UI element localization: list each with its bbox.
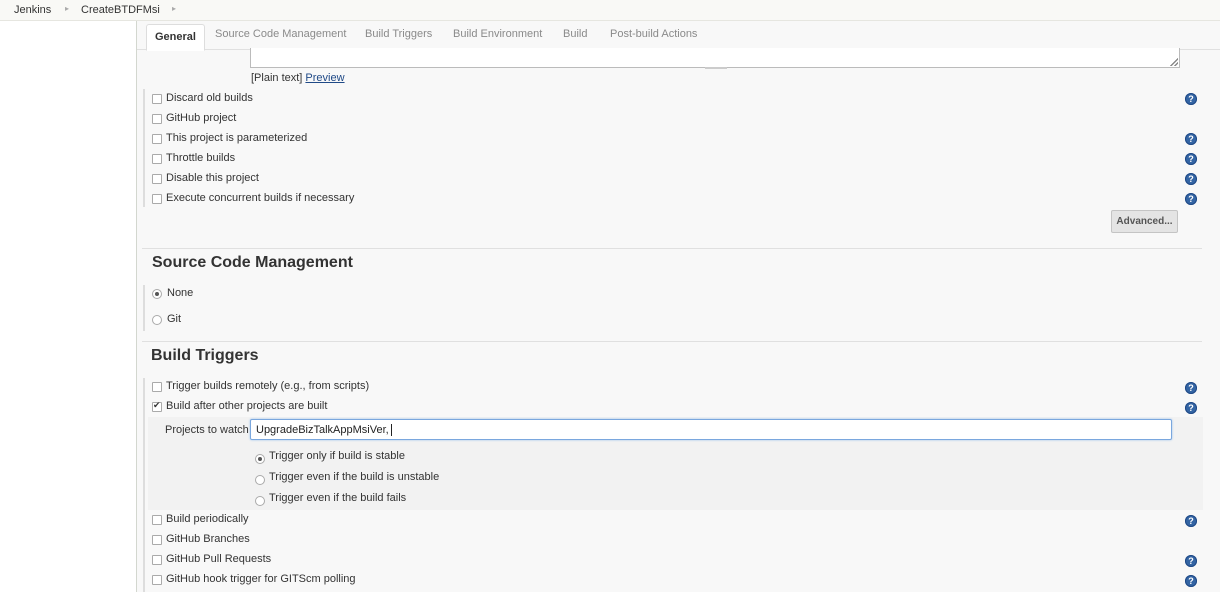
throttle-builds-checkbox[interactable] (152, 154, 162, 164)
help-icon[interactable]: ? (1185, 153, 1197, 165)
section-indent-bar (143, 89, 145, 207)
build-after-checkbox[interactable] (152, 400, 162, 412)
tab-build-triggers[interactable]: Build Triggers (365, 28, 432, 40)
github-project-checkbox[interactable] (152, 114, 162, 124)
tab-bar: General Source Code Management Build Tri… (137, 21, 1220, 51)
concurrent-builds-checkbox[interactable] (152, 194, 162, 204)
projects-to-watch-label: Projects to watch (165, 424, 249, 436)
chevron-right-icon[interactable]: ▸ (172, 4, 176, 13)
help-icon[interactable]: ? (1185, 575, 1197, 587)
trigger-stable-radio[interactable] (255, 454, 265, 464)
plain-text-label: [Plain text] (251, 72, 303, 84)
help-icon[interactable]: ? (1185, 173, 1197, 185)
tab-build-environment[interactable]: Build Environment (453, 28, 542, 40)
section-divider (142, 248, 1202, 249)
breadcrumb-jenkins[interactable]: Jenkins (14, 4, 51, 16)
text-caret (390, 424, 392, 437)
section-indent-bar (143, 285, 145, 331)
github-pull-requests-checkbox[interactable] (152, 555, 162, 565)
advanced-button[interactable]: Advanced... (1111, 210, 1178, 233)
tab-post-build-actions[interactable]: Post-build Actions (610, 28, 697, 40)
projects-to-watch-input[interactable]: UpgradeBizTalkAppMsiVer, (250, 419, 1172, 440)
breadcrumb: Jenkins ▸ CreateBTDFMsi ▸ (0, 0, 1220, 21)
help-icon[interactable]: ? (1185, 555, 1197, 567)
scm-section-title: Source Code Management (152, 254, 353, 271)
preview-link[interactable]: Preview (305, 72, 344, 84)
help-icon[interactable]: ? (1185, 133, 1197, 145)
scm-git-radio[interactable] (152, 315, 162, 325)
parameterized-checkbox[interactable] (152, 134, 162, 144)
section-indent-bar (143, 378, 145, 592)
section-divider (142, 341, 1202, 342)
disable-project-checkbox[interactable] (152, 174, 162, 184)
sidebar (0, 21, 137, 592)
config-panel: General Source Code Management Build Tri… (137, 21, 1220, 592)
help-icon[interactable]: ? (1185, 382, 1197, 394)
scm-none-radio[interactable] (152, 289, 162, 299)
markup-format-line: [Plain text] Preview (251, 72, 345, 84)
resize-grip-icon[interactable] (1170, 58, 1178, 66)
github-hook-trigger-checkbox[interactable] (152, 575, 162, 585)
trigger-unstable-radio[interactable] (255, 475, 265, 485)
breadcrumb-project[interactable]: CreateBTDFMsi (81, 4, 160, 16)
help-icon[interactable]: ? (1185, 515, 1197, 527)
trigger-remote-checkbox[interactable] (152, 382, 162, 392)
help-icon[interactable]: ? (1185, 93, 1197, 105)
discard-old-builds-checkbox[interactable] (152, 94, 162, 104)
build-periodically-checkbox[interactable] (152, 515, 162, 525)
help-icon[interactable]: ? (1185, 402, 1197, 414)
github-branches-checkbox[interactable] (152, 535, 162, 545)
help-icon[interactable]: ? (1185, 193, 1197, 205)
textarea-handle[interactable] (705, 67, 727, 69)
description-textarea[interactable] (250, 48, 1180, 69)
tab-build[interactable]: Build (563, 28, 587, 40)
tab-general[interactable]: General (146, 24, 205, 51)
trigger-fails-radio[interactable] (255, 496, 265, 506)
chevron-right-icon: ▸ (65, 4, 70, 13)
build-triggers-section-title: Build Triggers (151, 347, 259, 364)
tab-source-code-management[interactable]: Source Code Management (215, 28, 346, 40)
